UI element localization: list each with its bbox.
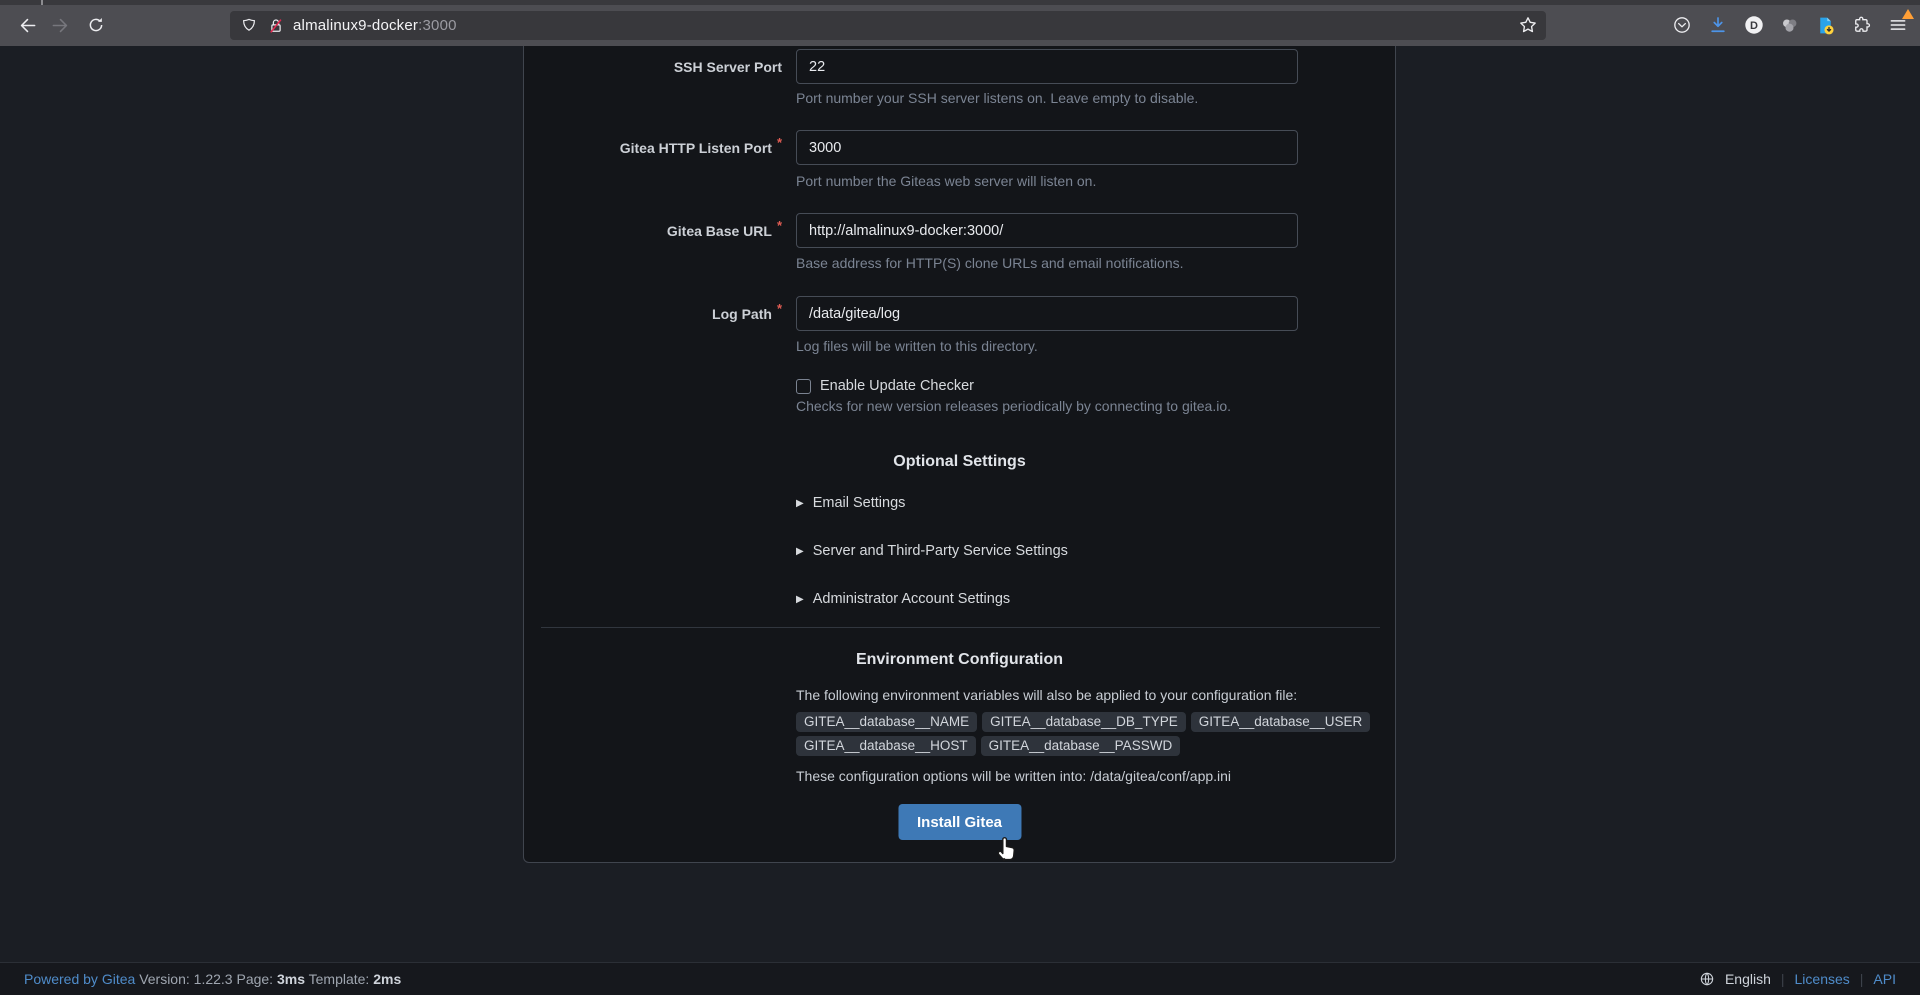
extensions-puzzle-icon — [1852, 15, 1872, 35]
insecure-lock-icon[interactable] — [267, 17, 285, 35]
environment-configuration-heading: Environment Configuration — [524, 651, 1395, 669]
env-variable-badges-row2: GITEA__database__HOST GITEA__database__P… — [796, 736, 1180, 756]
env-variable-badge: GITEA__database__PASSWD — [981, 736, 1181, 756]
back-button[interactable] — [12, 10, 42, 40]
url-text: almalinux9-docker:3000 — [293, 17, 457, 34]
footer-page-ms: 3ms — [277, 971, 305, 987]
download-icon — [1708, 15, 1728, 35]
log-path-label: Log Path* — [524, 296, 782, 331]
required-asterisk: * — [777, 301, 782, 316]
save-page-button[interactable] — [1811, 11, 1840, 40]
footer-template-text: Template: — [305, 971, 373, 987]
page-footer: Powered by Gitea Version: 1.22.3 Page: 3… — [0, 962, 1920, 995]
reload-icon — [87, 16, 105, 34]
tracking-shield-icon[interactable] — [240, 17, 258, 35]
env-intro-text: The following environment variables will… — [796, 687, 1297, 703]
screen: almalinux9-docker:3000 D — [0, 0, 1920, 995]
footer-meta: Powered by Gitea Version: 1.22.3 Page: 3… — [24, 971, 401, 987]
env-variable-badge: GITEA__database__USER — [1191, 712, 1371, 732]
footer-separator: | — [1781, 971, 1785, 987]
containers-icon — [1779, 15, 1800, 36]
licenses-link[interactable]: Licenses — [1795, 971, 1850, 987]
http-listen-port-label: Gitea HTTP Listen Port* — [524, 130, 782, 165]
log-path-input[interactable] — [796, 296, 1298, 331]
api-link[interactable]: API — [1873, 971, 1896, 987]
containers-button[interactable] — [1775, 11, 1804, 40]
update-checker-label[interactable]: Enable Update Checker — [820, 378, 974, 394]
env-variable-badges-row1: GITEA__database__NAME GITEA__database__D… — [796, 712, 1370, 732]
email-settings-toggle[interactable]: Email Settings — [796, 492, 905, 514]
pocket-button[interactable] — [1667, 11, 1696, 40]
forward-icon — [51, 16, 70, 35]
required-asterisk: * — [777, 218, 782, 233]
base-url-input[interactable] — [796, 213, 1298, 248]
base-url-label: Gitea Base URL* — [524, 213, 782, 248]
optional-settings-heading: Optional Settings — [524, 453, 1395, 471]
url-port: :3000 — [418, 17, 457, 34]
env-variable-badge: GITEA__database__DB_TYPE — [982, 712, 1186, 732]
update-checker-help: Checks for new version releases periodic… — [796, 398, 1231, 414]
server-service-settings-toggle[interactable]: Server and Third-Party Service Settings — [796, 540, 1068, 562]
email-settings-label: Email Settings — [813, 495, 906, 511]
footer-links: English | Licenses | API — [1699, 971, 1896, 987]
browser-toolbar: almalinux9-docker:3000 D — [0, 5, 1920, 46]
env-outro-text: These configuration options will be writ… — [796, 768, 1231, 784]
install-gitea-button[interactable]: Install Gitea — [898, 804, 1021, 840]
env-variable-badge: GITEA__database__NAME — [796, 712, 977, 732]
ssh-server-port-label: SSH Server Port — [524, 49, 782, 84]
svg-text:D: D — [1750, 20, 1758, 32]
base-url-help: Base address for HTTP(S) clone URLs and … — [796, 255, 1184, 271]
ssh-server-port-input[interactable] — [796, 49, 1298, 84]
downloads-button[interactable] — [1703, 11, 1732, 40]
save-page-icon — [1815, 15, 1836, 36]
env-variable-badge: GITEA__database__HOST — [796, 736, 976, 756]
expand-arrow-icon — [796, 591, 813, 607]
language-selector[interactable]: English — [1725, 971, 1771, 987]
update-checker-checkbox[interactable] — [796, 379, 811, 394]
update-checker-row: Enable Update Checker — [796, 378, 974, 394]
footer-template-ms: 2ms — [373, 971, 401, 987]
menu-button[interactable] — [1883, 11, 1912, 40]
admin-account-settings-label: Administrator Account Settings — [813, 591, 1010, 607]
extension-d-button[interactable]: D — [1739, 11, 1768, 40]
extension-d-icon: D — [1743, 14, 1765, 36]
extensions-button[interactable] — [1847, 11, 1876, 40]
toolbar-icon-cluster: D — [1667, 10, 1912, 40]
forward-button[interactable] — [45, 10, 75, 40]
reload-button[interactable] — [81, 10, 111, 40]
bookmark-star-button[interactable] — [1517, 14, 1539, 36]
ssh-server-port-help: Port number your SSH server listens on. … — [796, 90, 1198, 106]
log-path-help: Log files will be written to this direct… — [796, 338, 1038, 354]
gitea-install-page: SSH Server Port Port number your SSH ser… — [0, 46, 1920, 962]
http-listen-port-help: Port number the Giteas web server will l… — [796, 173, 1096, 189]
admin-account-settings-toggle[interactable]: Administrator Account Settings — [796, 588, 1010, 610]
globe-icon — [1699, 971, 1715, 987]
pocket-icon — [1672, 15, 1692, 35]
expand-arrow-icon — [796, 495, 813, 511]
server-service-settings-label: Server and Third-Party Service Settings — [813, 543, 1068, 559]
back-icon — [18, 16, 37, 35]
expand-arrow-icon — [796, 543, 813, 559]
footer-separator: | — [1860, 971, 1864, 987]
powered-by-gitea-link[interactable]: Powered by Gitea — [24, 971, 135, 987]
menu-warning-badge — [1902, 9, 1914, 19]
footer-version-text: Version: 1.22.3 Page: — [139, 971, 277, 987]
url-bar[interactable]: almalinux9-docker:3000 — [230, 11, 1546, 40]
http-listen-port-input[interactable] — [796, 130, 1298, 165]
section-divider — [541, 627, 1380, 628]
required-asterisk: * — [777, 135, 782, 150]
install-form-panel: SSH Server Port Port number your SSH ser… — [523, 46, 1396, 863]
